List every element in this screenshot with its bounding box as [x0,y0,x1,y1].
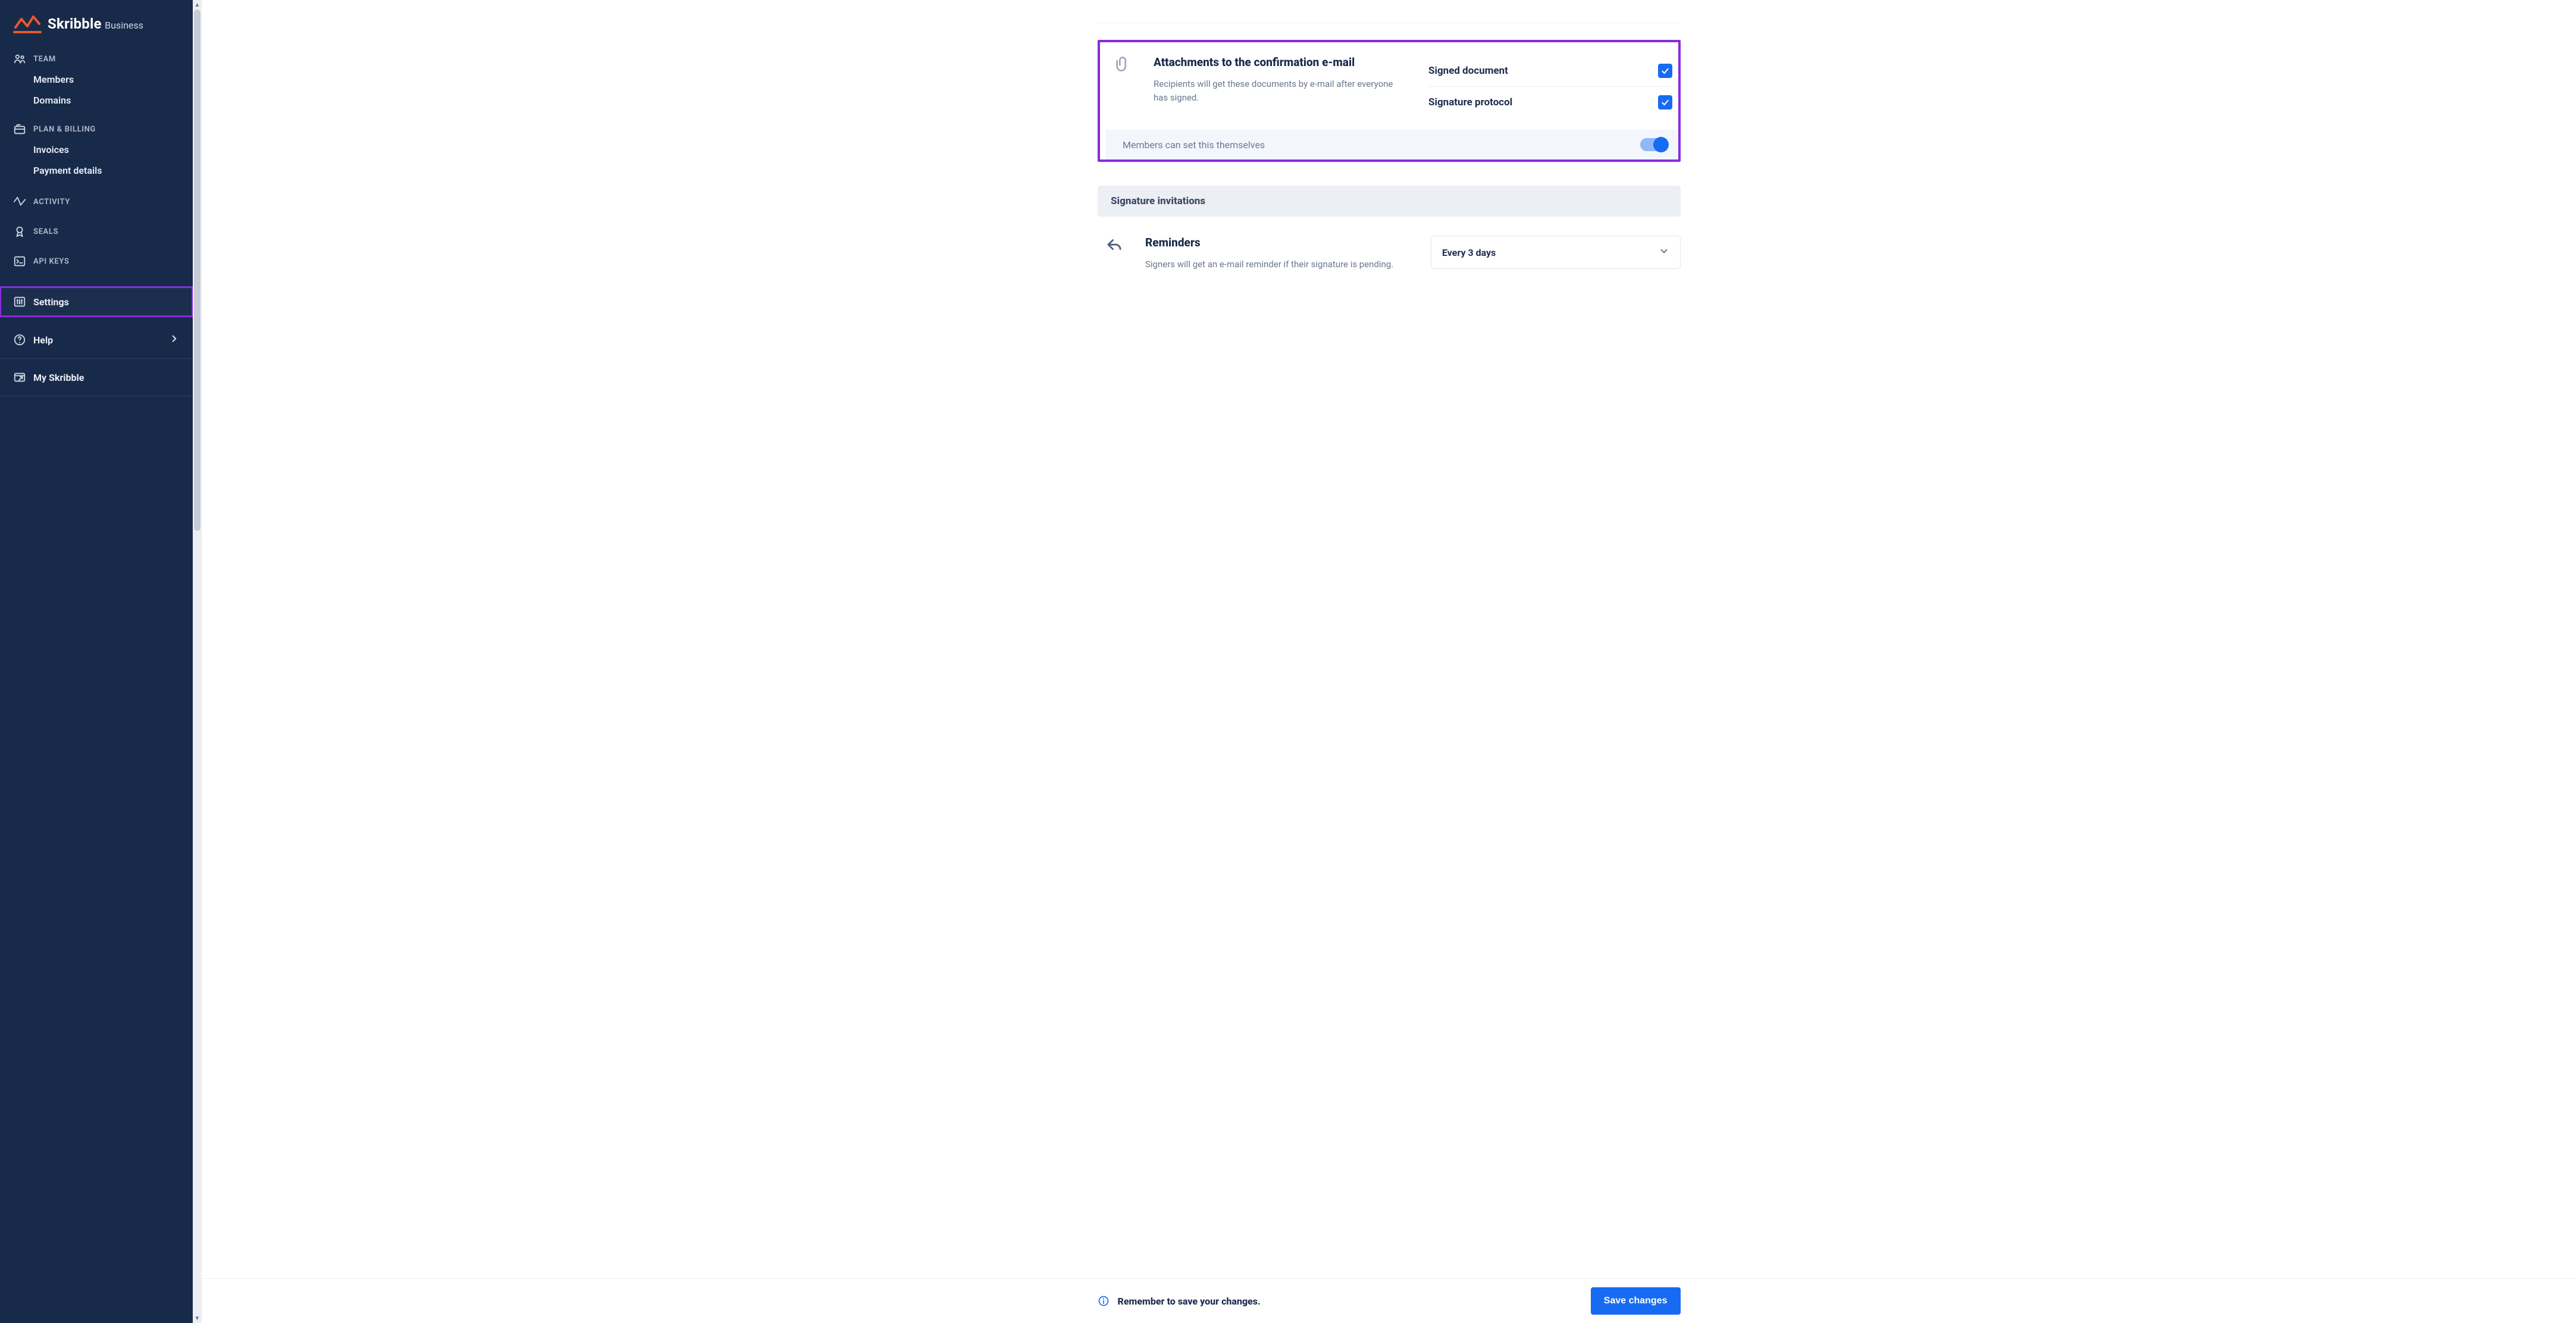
section-heading-invitations: Signature invitations [1098,186,1681,217]
save-changes-button[interactable]: Save changes [1591,1287,1681,1315]
section-attachments: Attachments to the confirmation e-mail R… [1098,40,1681,162]
paperclip-icon [1114,55,1131,118]
reply-arrow-icon [1105,236,1123,256]
attachments-description: Recipients will get these documents by e… [1154,77,1403,105]
sidebar-item-domains[interactable]: Domains [0,90,193,111]
chevron-down-icon [1659,246,1669,259]
reminders-row: Reminders Signers will get an e-mail rem… [1098,236,1681,271]
brand-name: Skribble [48,15,102,32]
checkbox-signature-protocol[interactable] [1658,95,1672,110]
sidebar-item-label: API KEYS [33,257,69,266]
sidebar-item-my-skribble[interactable]: My Skribble [0,362,193,392]
option-label: Signed document [1428,65,1508,77]
chevron-right-icon [169,333,180,346]
members-override-row: Members can set this themselves [1106,130,1678,159]
sidebar-item-label: My Skribble [33,372,84,383]
sidebar-item-label: Payment details [33,165,102,176]
sidebar-item-label: Invoices [33,144,69,155]
sidebar-item-seals[interactable]: SEALS [0,217,193,246]
team-icon [13,52,26,65]
main-content: Attachments to the confirmation e-mail R… [193,0,2576,1323]
sidebar: Skribble Business TEAM [0,0,193,1323]
help-icon [13,333,26,346]
reminders-description: Signers will get an e-mail reminder if t… [1145,258,1395,271]
members-override-label: Members can set this themselves [1123,139,1265,151]
sidebar-item-label: Help [33,334,53,346]
sidebar-item-label: ACTIVITY [33,198,70,207]
sidebar-item-help[interactable]: Help [0,325,193,355]
settings-icon [13,295,26,308]
brand-logo: Skribble Business [0,0,193,39]
toggle-members-override[interactable] [1640,138,1668,151]
sidebar-nav: TEAM Members Domains [0,48,193,1323]
divider [0,358,193,359]
nav-heading-team-label: TEAM [33,55,56,64]
reminders-title: Reminders [1145,236,1417,249]
brand-suffix: Business [105,20,143,31]
wallet-icon [13,123,26,136]
sidebar-item-activity[interactable]: ACTIVITY [0,187,193,217]
sidebar-item-label: Members [33,74,74,85]
reminders-frequency-select[interactable]: Every 3 days [1431,236,1681,269]
toggle-knob [1653,137,1669,152]
external-window-icon [13,371,26,384]
nav-heading-team: TEAM [0,49,193,69]
sidebar-item-members[interactable]: Members [0,69,193,90]
nav-group-team: TEAM Members Domains [0,48,193,112]
checkbox-signed-document[interactable] [1658,64,1672,78]
sidebar-item-label: Settings [33,296,69,308]
sidebar-item-label: Domains [33,95,71,106]
terminal-icon [13,255,26,268]
nav-group-billing: PLAN & BILLING Invoices Payment details [0,118,193,182]
attachments-title: Attachments to the confirmation e-mail [1154,55,1414,69]
sidebar-item-payment-details[interactable]: Payment details [0,160,193,181]
select-value: Every 3 days [1442,247,1496,258]
sidebar-item-settings[interactable]: Settings [0,287,193,317]
sidebar-item-api-keys[interactable]: API KEYS [0,246,193,276]
sidebar-item-invoices[interactable]: Invoices [0,139,193,160]
seal-icon [13,225,26,238]
nav-heading-billing: PLAN & BILLING [0,119,193,139]
save-bar: Remember to save your changes. Save chan… [202,1278,2576,1323]
option-signed-document: Signed document [1428,55,1672,86]
info-icon [1098,1295,1110,1307]
option-signature-protocol: Signature protocol [1428,86,1672,118]
logo-mark-icon [13,13,42,35]
option-label: Signature protocol [1428,96,1512,108]
activity-icon [13,195,26,208]
nav-heading-billing-label: PLAN & BILLING [33,125,96,134]
sidebar-item-label: SEALS [33,227,58,236]
save-note: Remember to save your changes. [1118,1296,1261,1307]
